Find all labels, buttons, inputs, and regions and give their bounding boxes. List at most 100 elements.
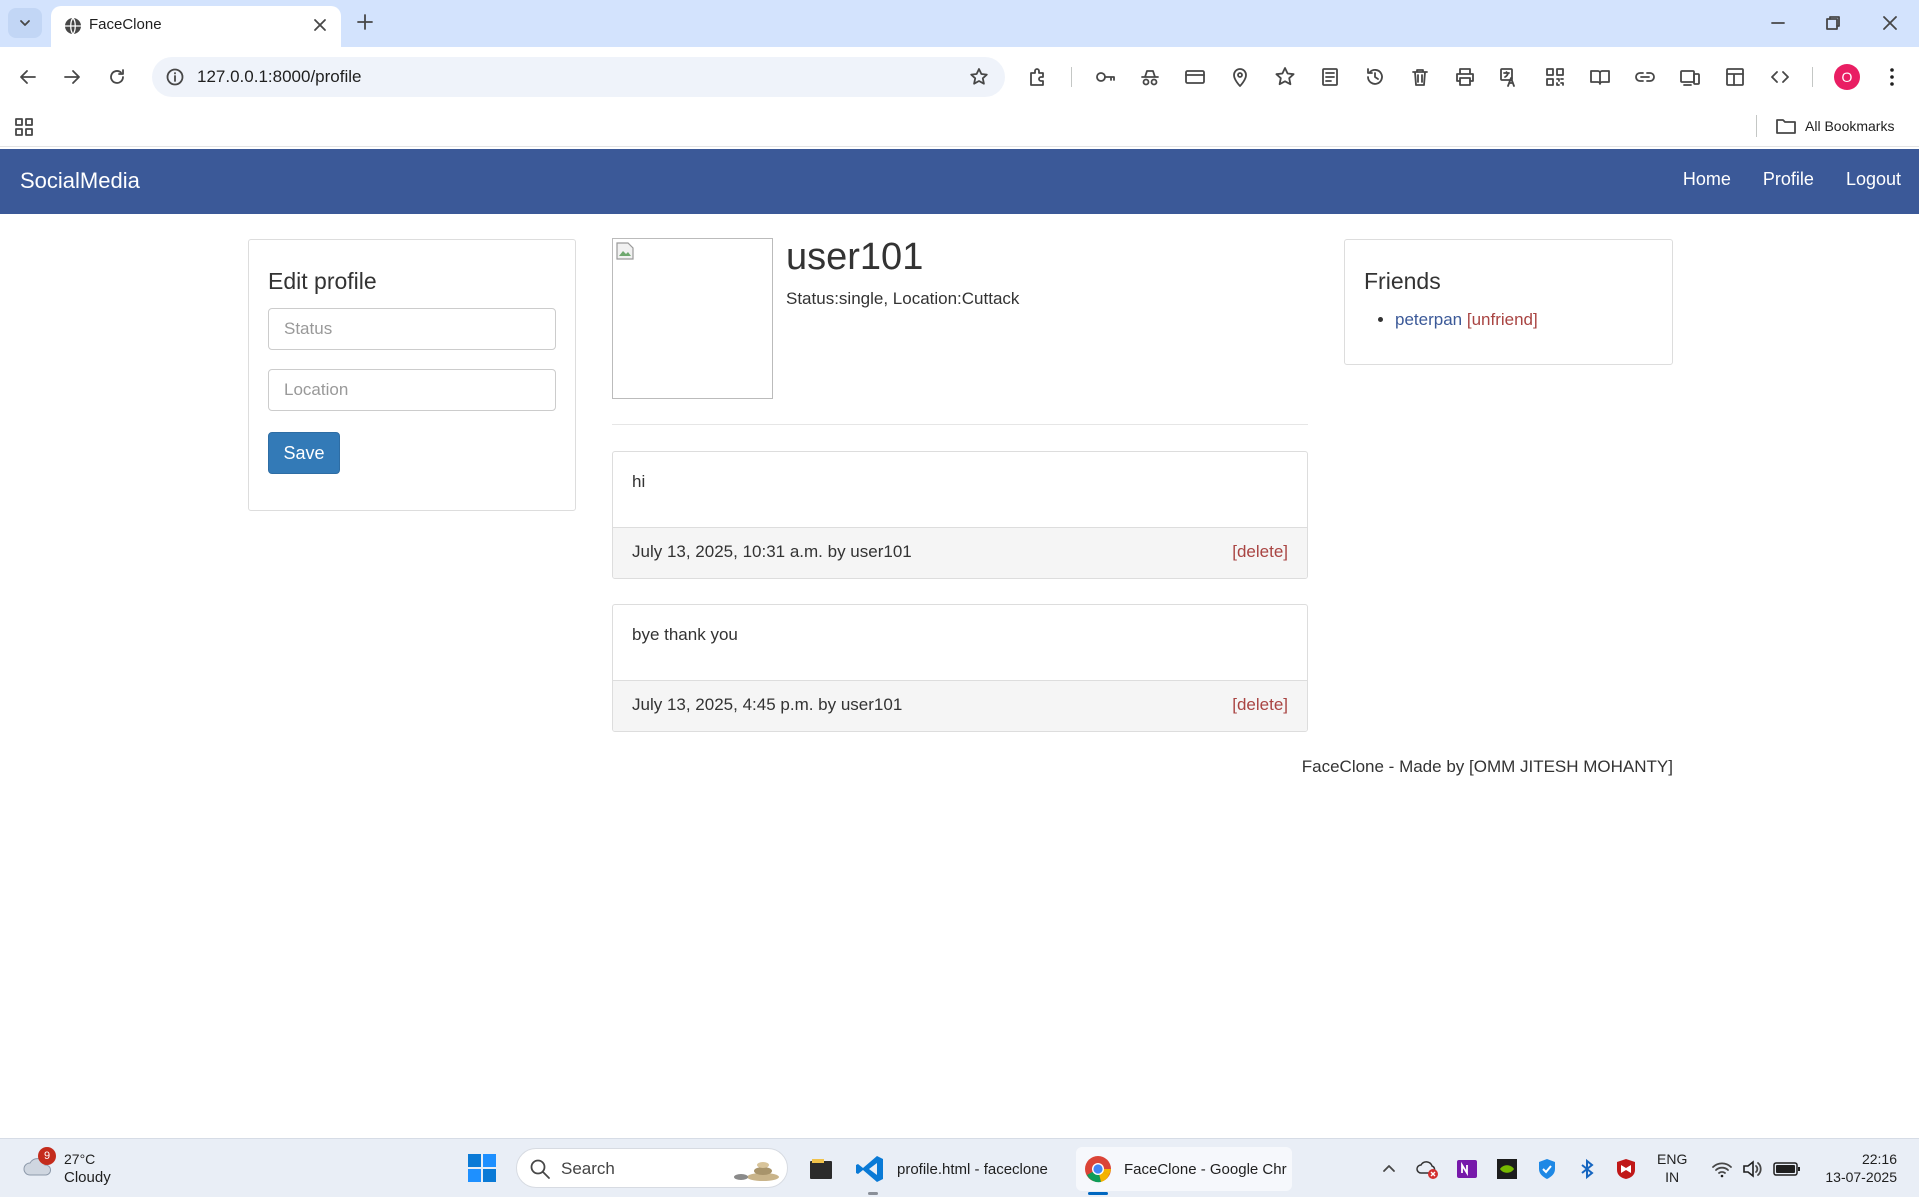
print-icon[interactable] [1451,63,1479,91]
bookmarks-separator [1756,115,1757,137]
taskbar-app-chrome[interactable]: FaceClone - Google Chr [1076,1147,1292,1191]
status-input[interactable] [268,308,556,350]
windows-start-icon[interactable] [466,1152,498,1184]
taskbar-app-label: FaceClone - Google Chr [1124,1160,1287,1178]
side-panel-icon[interactable] [1721,63,1749,91]
reading-list-icon[interactable] [1316,63,1344,91]
edit-profile-panel: Edit profile Save [248,239,576,511]
folder-icon [1775,117,1797,135]
incognito-spy-icon[interactable] [1136,63,1164,91]
language-code: ENG [1657,1151,1688,1167]
apps-grid-icon[interactable] [12,115,36,139]
restore-button[interactable] [1813,8,1853,38]
delete-post-link[interactable]: [delete] [1232,542,1288,562]
new-tab-button[interactable] [352,9,378,35]
search-label: Search [561,1159,615,1178]
post-meta: July 13, 2025, 4:45 p.m. by user101 [632,695,903,714]
browser-tab[interactable]: FaceClone [51,6,341,47]
browser-tab-bar: FaceClone [0,0,1919,47]
all-bookmarks-button[interactable]: All Bookmarks [1775,113,1894,139]
history-icon[interactable] [1361,63,1389,91]
copy-link-icon[interactable] [1631,63,1659,91]
url-text[interactable]: 127.0.0.1:8000/profile [197,67,361,87]
reload-button[interactable] [101,61,133,93]
developer-code-icon[interactable] [1766,63,1794,91]
friends-title: Friends [1364,268,1441,294]
reading-mode-icon[interactable] [1586,63,1614,91]
close-window-button[interactable] [1870,8,1910,38]
site-navbar: SocialMedia Home Profile Logout [0,149,1919,214]
broken-image-icon [615,241,635,261]
language-indicator[interactable]: ENG IN [1657,1150,1687,1186]
favorites-star-icon[interactable] [1271,63,1299,91]
location-pin-icon[interactable] [1226,63,1254,91]
extensions-icon[interactable] [1024,63,1052,91]
toolbar-separator [1071,67,1072,87]
more-menu-icon[interactable] [1878,63,1906,91]
volume-icon[interactable] [1740,1157,1764,1181]
weather-widget[interactable]: 9 27°C Cloudy [20,1147,130,1191]
security-shield-icon[interactable] [1535,1157,1559,1181]
profile-avatar[interactable]: O [1834,64,1860,90]
tab-close-icon[interactable] [309,14,331,36]
payment-card-icon[interactable] [1181,63,1209,91]
delete-data-icon[interactable] [1406,63,1434,91]
running-indicator [868,1192,878,1195]
weather-temperature: 27°C [64,1151,96,1167]
friend-name-link[interactable]: peterpan [1395,310,1462,329]
edit-profile-title: Edit profile [268,268,377,294]
clock-time: 22:16 [1861,1151,1897,1167]
forward-button[interactable] [56,61,88,93]
profile-status-line: Status:single, Location:Cuttack [786,289,1020,308]
file-explorer-button[interactable] [801,1147,841,1191]
system-clock[interactable]: 22:16 13-07-2025 [1825,1150,1897,1186]
chrome-icon [1084,1155,1112,1183]
brand-logo[interactable]: SocialMedia [20,168,140,194]
qr-code-icon[interactable] [1541,63,1569,91]
all-bookmarks-label: All Bookmarks [1805,118,1895,134]
password-key-icon[interactable] [1091,63,1119,91]
nav-profile-link[interactable]: Profile [1763,169,1814,190]
mcafee-icon[interactable] [1614,1157,1638,1181]
save-button[interactable]: Save [268,432,340,474]
tab-title: FaceClone [89,16,162,33]
post-meta: July 13, 2025, 10:31 a.m. by user101 [632,542,912,561]
search-icon [529,1158,551,1180]
show-hidden-icons-chevron-icon[interactable] [1377,1157,1401,1181]
nav-home-link[interactable]: Home [1683,169,1731,190]
bookmarks-bar: All Bookmarks [0,107,1919,147]
site-info-icon[interactable] [164,66,186,88]
taskbar-app-vscode[interactable]: profile.html - faceclone [855,1147,1065,1191]
wifi-icon[interactable] [1710,1157,1734,1181]
nav-logout-link[interactable]: Logout [1846,169,1901,190]
post-text: bye thank you [632,625,738,644]
nav-links: Home Profile Logout [1651,169,1901,190]
profile-picture [612,238,773,399]
search-highlight-icon [725,1155,781,1183]
taskbar-search[interactable]: Search [516,1148,788,1188]
onenote-icon[interactable] [1455,1157,1479,1181]
battery-icon[interactable] [1772,1157,1802,1181]
translate-icon[interactable] [1496,63,1524,91]
vscode-icon [855,1154,885,1184]
unfriend-link[interactable]: [unfriend] [1467,310,1538,329]
post-card: hi July 13, 2025, 10:31 a.m. by user101 … [612,451,1308,579]
nvidia-icon[interactable] [1495,1157,1519,1181]
devices-icon[interactable] [1676,63,1704,91]
profile-username: user101 [786,236,924,278]
weather-condition: Cloudy [64,1169,111,1186]
location-input[interactable] [268,369,556,411]
address-bar[interactable]: 127.0.0.1:8000/profile [152,57,1005,97]
globe-icon [63,16,83,36]
minimize-button[interactable] [1758,8,1798,38]
bluetooth-icon[interactable] [1575,1157,1599,1181]
region-code: IN [1665,1169,1680,1185]
onedrive-error-icon[interactable] [1416,1157,1440,1181]
friend-item: peterpan [unfriend] [1395,310,1538,330]
divider [612,424,1308,425]
browser-toolbar: 127.0.0.1:8000/profile O [0,47,1919,107]
back-button[interactable] [12,61,44,93]
tab-search-dropdown[interactable] [8,8,42,38]
bookmark-star-icon[interactable] [967,65,991,89]
delete-post-link[interactable]: [delete] [1232,695,1288,715]
